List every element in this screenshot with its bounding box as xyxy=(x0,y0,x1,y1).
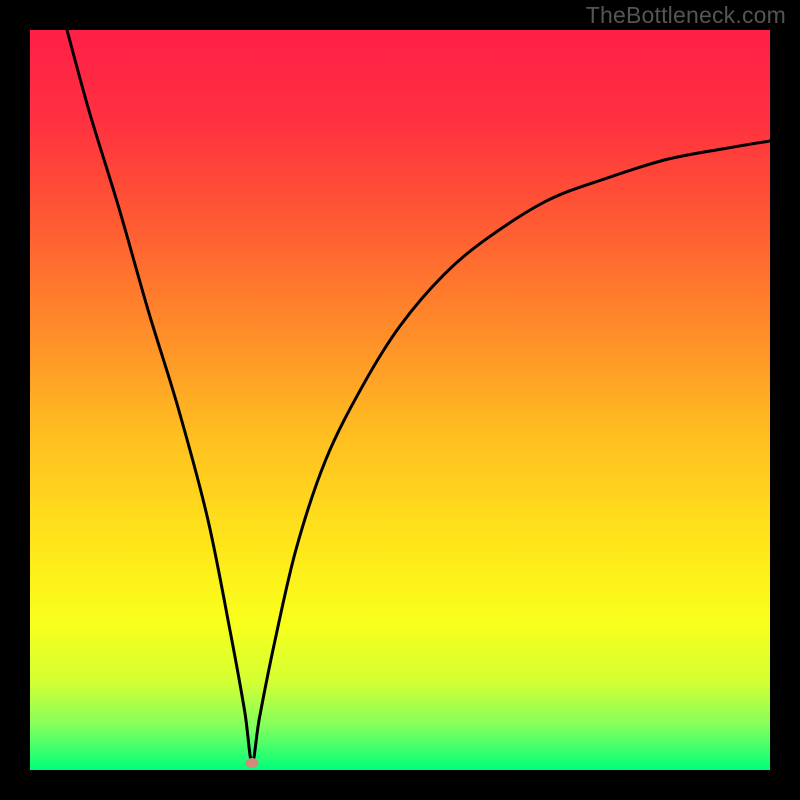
watermark-text: TheBottleneck.com xyxy=(586,2,786,29)
curve-layer xyxy=(30,30,770,770)
bottleneck-curve xyxy=(67,30,770,763)
plot-area xyxy=(30,30,770,770)
min-marker-dot xyxy=(246,758,259,768)
chart-root: TheBottleneck.com xyxy=(0,0,800,800)
